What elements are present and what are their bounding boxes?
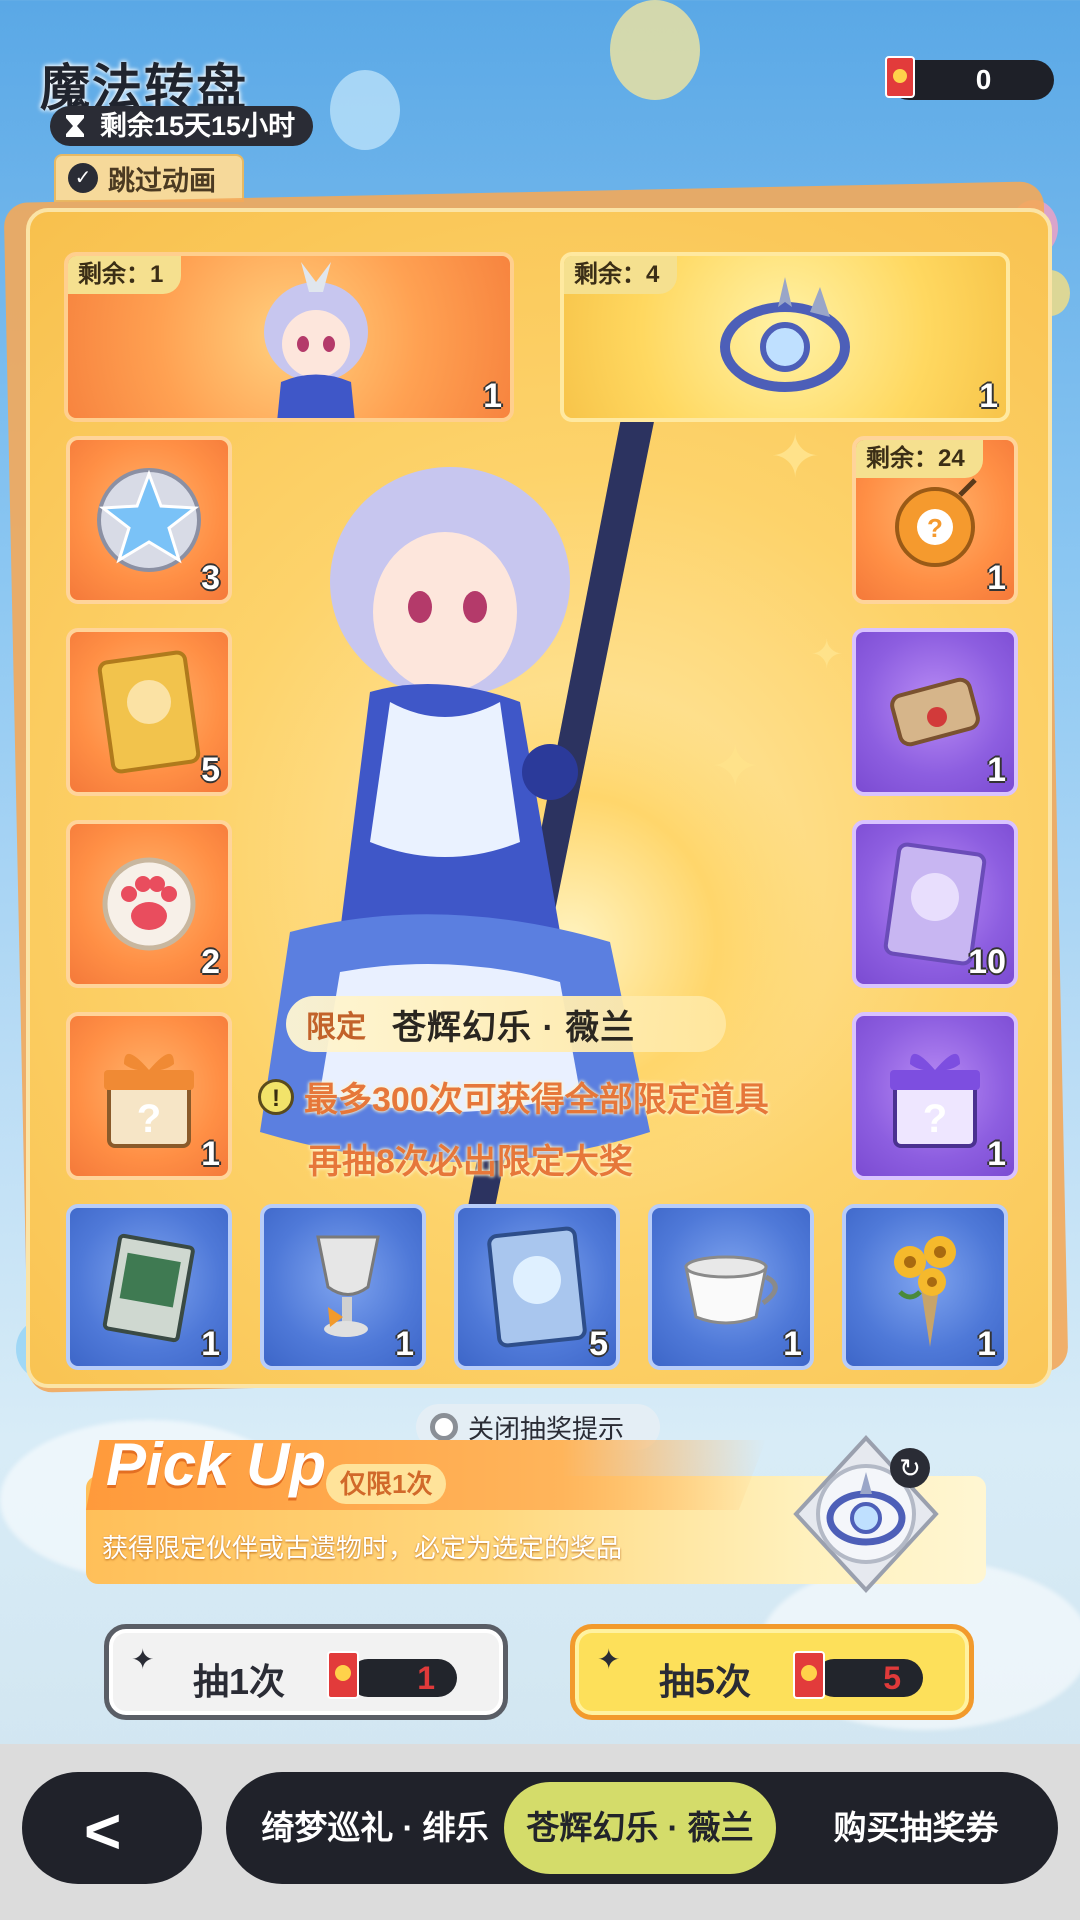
limited-tag: 限定 <box>306 1011 366 1044</box>
pickup-description: 获得限定伙伴或古遗物时，必定为选定的奖品 <box>102 1533 623 1563</box>
ticket-icon <box>327 1651 359 1699</box>
prize-cell-bottom-2[interactable]: 1 <box>260 1204 426 1370</box>
sparkle-icon: ✦ <box>131 1644 155 1675</box>
limited-name: 苍辉幻乐 · 薇兰 <box>392 1008 636 1047</box>
mystery-gift-icon: ? <box>104 1053 194 1148</box>
item-quantity: 5 <box>589 1325 608 1363</box>
timer-text: 剩余15天15小时 <box>100 111 296 141</box>
crystal-star-icon <box>97 468 201 572</box>
info-text-2: 再抽8次必出限定大奖 <box>308 1143 633 1181</box>
remaining-count: 剩余：1 <box>68 256 182 294</box>
mystery-gift-icon: ? <box>890 1053 980 1148</box>
tab-banner-1[interactable]: 绮梦巡礼 · 绯乐 <box>240 1782 510 1874</box>
skip-animation-toggle[interactable]: ✓ 跳过动画 <box>54 154 244 202</box>
prize-cell-left-4[interactable]: ? 1 <box>66 1012 232 1180</box>
item-quantity: 1 <box>395 1325 414 1363</box>
prize-board: ✦ ✦ ✦ 剩余：1 1 剩余：4 1 3 5 2 ? 1 ? 剩余：24 1 … <box>26 208 1052 1388</box>
prize-cell-right-2[interactable]: 1 <box>852 628 1018 796</box>
trident-relic-icon <box>720 277 850 392</box>
event-timer: 剩余15天15小时 <box>50 106 314 146</box>
draw-once-cost-value: 1 <box>417 1660 435 1696</box>
book-icon <box>102 1233 195 1343</box>
prize-cell-right-1[interactable]: ? 剩余：24 1 <box>852 436 1018 604</box>
info-text-1: 最多300次可获得全部限定道具 <box>304 1081 769 1119</box>
item-quantity: 1 <box>783 1325 802 1363</box>
item-quantity: 3 <box>201 559 220 597</box>
draw-five-button[interactable]: ✦ 抽5次 5 <box>570 1624 974 1720</box>
svg-text:?: ? <box>137 1097 161 1141</box>
tab-buy-tickets[interactable]: 购买抽奖券 <box>786 1782 1046 1874</box>
flower-bouquet-icon <box>894 1236 956 1347</box>
remaining-count: 剩余：4 <box>564 256 678 294</box>
prize-cell-bottom-1[interactable]: 1 <box>66 1204 232 1370</box>
mystery-bomb-icon: ? <box>895 478 977 567</box>
teacup-icon <box>684 1255 778 1325</box>
check-icon: ✓ <box>68 163 98 193</box>
paw-mirror-icon <box>102 857 196 951</box>
ticket-balance: 0 <box>885 56 1054 100</box>
item-quantity: 1 <box>979 377 998 415</box>
prize-cell-bottom-4[interactable]: 1 <box>648 1204 814 1370</box>
sparkle-icon: ✦ <box>597 1644 621 1675</box>
item-quantity: 2 <box>201 943 220 981</box>
ticket-icon <box>793 1651 825 1699</box>
info-line-1: ! 最多300次可获得全部限定道具 <box>258 1072 769 1121</box>
pickup-title: Pick Up <box>106 1431 327 1498</box>
toggle-label: 关闭抽奖提示 <box>468 1413 625 1444</box>
pickup-limit-badge: 仅限1次 <box>326 1464 447 1504</box>
remaining-count: 剩余：24 <box>856 440 983 478</box>
scroll-icon <box>890 677 980 747</box>
chibi-character-icon <box>263 262 368 418</box>
back-button[interactable]: < <box>22 1772 202 1884</box>
ticket-icon <box>885 56 915 98</box>
draw-five-label: 抽5次 <box>659 1661 752 1702</box>
item-quantity: 1 <box>977 1325 996 1363</box>
draw-once-cost: 1 <box>327 1651 457 1699</box>
svg-text:?: ? <box>923 1097 947 1141</box>
radio-icon <box>430 1413 458 1441</box>
item-quantity: 10 <box>968 943 1006 981</box>
character-card-icon <box>97 650 201 774</box>
prize-cell-bottom-3[interactable]: 5 <box>454 1204 620 1370</box>
item-quantity: 1 <box>201 1135 220 1173</box>
item-quantity: 1 <box>201 1325 220 1363</box>
refresh-icon[interactable]: ↻ <box>890 1448 930 1488</box>
item-quantity: 1 <box>987 751 1006 789</box>
prize-cell-top-right[interactable]: 剩余：4 1 <box>560 252 1010 422</box>
draw-five-cost-value: 5 <box>883 1660 901 1696</box>
tab-banner-2-active[interactable]: 苍辉幻乐 · 薇兰 <box>504 1782 776 1874</box>
prize-cell-right-4[interactable]: ? 1 <box>852 1012 1018 1180</box>
limited-banner: 限定 苍辉幻乐 · 薇兰 <box>286 996 726 1052</box>
item-quantity: 5 <box>201 751 220 789</box>
prize-cell-top-left[interactable]: 剩余：1 1 <box>64 252 514 422</box>
draw-once-label: 抽1次 <box>193 1661 286 1702</box>
exclamation-icon: ! <box>258 1078 294 1115</box>
goblet-icon <box>316 1235 380 1337</box>
svg-text:?: ? <box>927 513 943 543</box>
prize-cell-left-2[interactable]: 5 <box>66 628 232 796</box>
star-decoration: ✦ <box>810 633 844 677</box>
character-card-icon <box>487 1226 587 1348</box>
balloon-decoration <box>610 0 700 100</box>
prize-cell-left-3[interactable]: 2 <box>66 820 232 988</box>
prize-cell-bottom-5[interactable]: 1 <box>842 1204 1008 1370</box>
draw-once-button[interactable]: ✦ 抽1次 1 <box>104 1624 508 1720</box>
prize-cell-right-3[interactable]: 10 <box>852 820 1018 988</box>
prize-cell-left-1[interactable]: 3 <box>66 436 232 604</box>
item-quantity: 1 <box>483 377 502 415</box>
banner-tabs: 绮梦巡礼 · 绯乐 苍辉幻乐 · 薇兰 购买抽奖券 <box>226 1772 1058 1884</box>
draw-five-cost: 5 <box>793 1651 923 1699</box>
hourglass-icon <box>66 115 84 137</box>
chevron-left-icon: < <box>84 1795 122 1867</box>
item-quantity: 1 <box>987 1135 1006 1173</box>
ticket-count: 0 <box>975 64 992 95</box>
balloon-decoration <box>330 70 400 150</box>
skip-animation-label: 跳过动画 <box>108 165 216 196</box>
item-quantity: 1 <box>987 559 1006 597</box>
